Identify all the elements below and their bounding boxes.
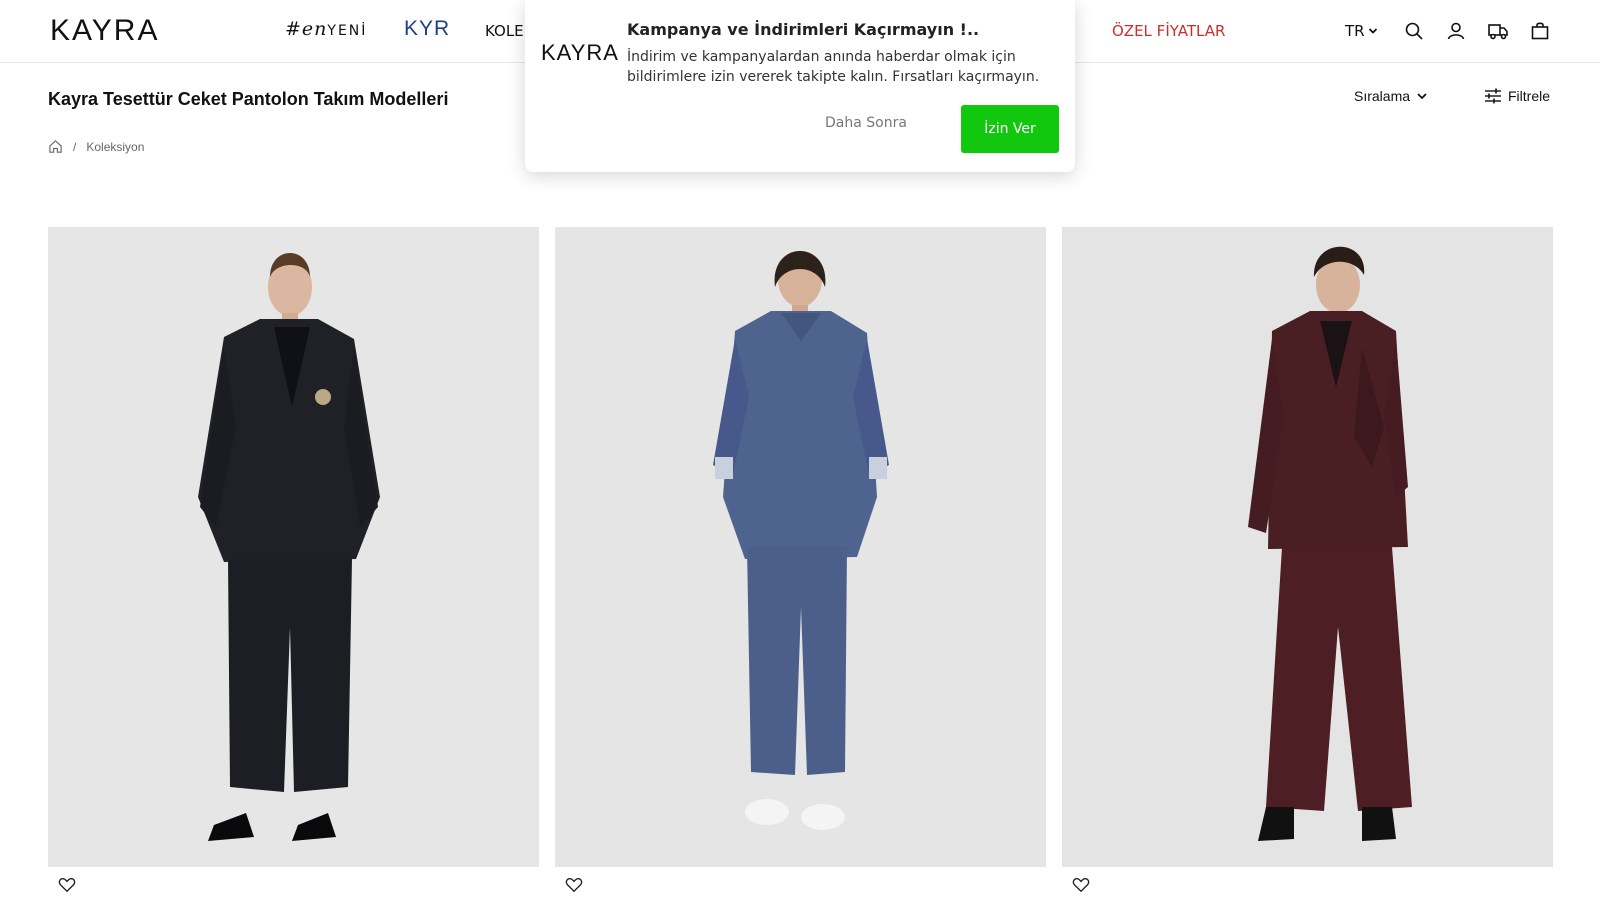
home-icon[interactable] — [48, 139, 63, 154]
chevron-down-icon — [1368, 28, 1377, 34]
heart-icon[interactable] — [1072, 876, 1092, 896]
truck-icon[interactable] — [1488, 21, 1508, 41]
language-selector[interactable]: TR — [1345, 22, 1378, 40]
nav-en-yeni[interactable]: #enYENİ — [285, 18, 367, 40]
filter-label: Filtrele — [1508, 88, 1551, 104]
later-button[interactable]: Daha Sonra — [825, 115, 907, 131]
product-photo — [1062, 227, 1553, 867]
language-label: TR — [1345, 22, 1365, 40]
product-photo — [555, 227, 1046, 867]
user-icon[interactable] — [1446, 21, 1466, 41]
product-image-burgundy-suit[interactable] — [1062, 227, 1553, 867]
page-title: Kayra Tesettür Ceket Pantolon Takım Mode… — [48, 89, 449, 109]
nav-ozel-fiyatlar[interactable]: ÖZEL FİYATLAR — [1112, 22, 1225, 40]
product-photo — [48, 227, 539, 867]
bag-icon[interactable] — [1530, 21, 1550, 41]
popup-message: İndirim ve kampanyalardan anında haberda… — [627, 49, 1040, 85]
nav-kyr[interactable]: KYR — [404, 17, 450, 41]
popup-title: Kampanya ve İndirimleri Kaçırmayın !.. — [627, 20, 980, 39]
breadcrumb-current[interactable]: Koleksiyon — [86, 140, 144, 154]
sort-button[interactable]: Sıralama — [1354, 88, 1428, 104]
breadcrumb-separator: / — [73, 139, 77, 154]
search-icon[interactable] — [1404, 21, 1424, 41]
sort-label: Sıralama — [1354, 88, 1411, 104]
breadcrumb: / Koleksiyon — [48, 139, 144, 154]
sliders-icon — [1485, 88, 1501, 104]
allow-button[interactable]: İzin Ver — [961, 105, 1059, 153]
product-image-blue-suit[interactable] — [555, 227, 1046, 867]
filter-button[interactable]: Filtrele — [1484, 88, 1550, 104]
nav-en-yeni-en: en — [301, 18, 328, 40]
popup-logo: KAYRA — [541, 40, 619, 65]
chevron-down-icon — [1417, 93, 1427, 100]
nav-en-yeni-hash: # — [285, 18, 302, 40]
heart-icon[interactable] — [58, 876, 78, 896]
product-image-black-suit[interactable] — [48, 227, 539, 867]
heart-icon[interactable] — [565, 876, 585, 896]
notification-popup: KAYRA Kampanya ve İndirimleri Kaçırmayın… — [525, 0, 1075, 172]
site-logo[interactable]: KAYRA — [50, 14, 159, 48]
nav-en-yeni-yeni: YENİ — [327, 23, 368, 39]
